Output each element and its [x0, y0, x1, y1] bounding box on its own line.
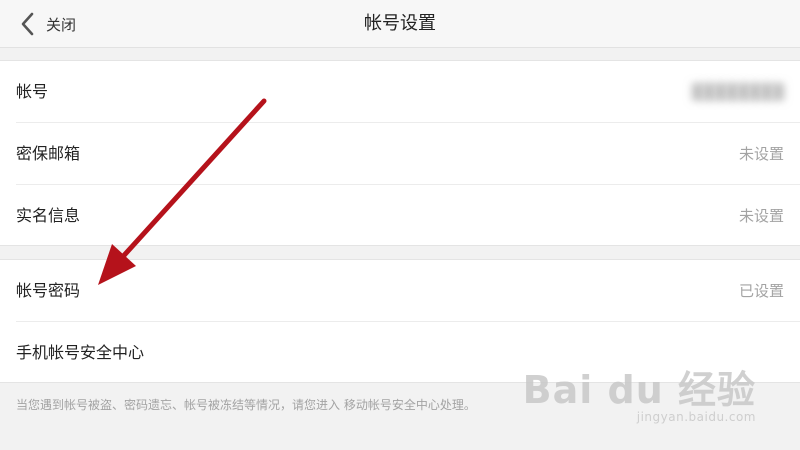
security-group: 帐号密码 已设置 手机帐号安全中心 [0, 259, 800, 383]
account-row[interactable]: 帐号 ████████ [16, 61, 800, 123]
watermark-url: jingyan.baidu.com [636, 410, 756, 424]
page-title: 帐号设置 [364, 13, 436, 34]
security-notice: 当您遇到帐号被盗、密码遗忘、帐号被冻结等情况，请您进入 移动帐号安全中心处理。 [16, 398, 476, 412]
security-center-row[interactable]: 手机帐号安全中心 [16, 322, 800, 384]
real-name-status: 未设置 [738, 207, 784, 225]
security-center-label: 手机帐号安全中心 [16, 343, 145, 362]
nav-bar: 关闭 帐号设置 [0, 0, 800, 48]
real-name-label: 实名信息 [16, 206, 81, 225]
account-password-row[interactable]: 帐号密码 已设置 [16, 260, 800, 322]
account-password-label: 帐号密码 [16, 281, 81, 300]
security-email-row[interactable]: 密保邮箱 未设置 [16, 123, 800, 185]
account-info-group: 帐号 ████████ 密保邮箱 未设置 实名信息 未设置 [0, 60, 800, 246]
account-value-blurred: ████████ [691, 83, 784, 101]
account-label: 帐号 [16, 82, 49, 101]
account-password-status: 已设置 [738, 282, 784, 300]
security-email-status: 未设置 [738, 145, 784, 163]
security-email-label: 密保邮箱 [16, 144, 81, 163]
real-name-row[interactable]: 实名信息 未设置 [16, 185, 800, 247]
